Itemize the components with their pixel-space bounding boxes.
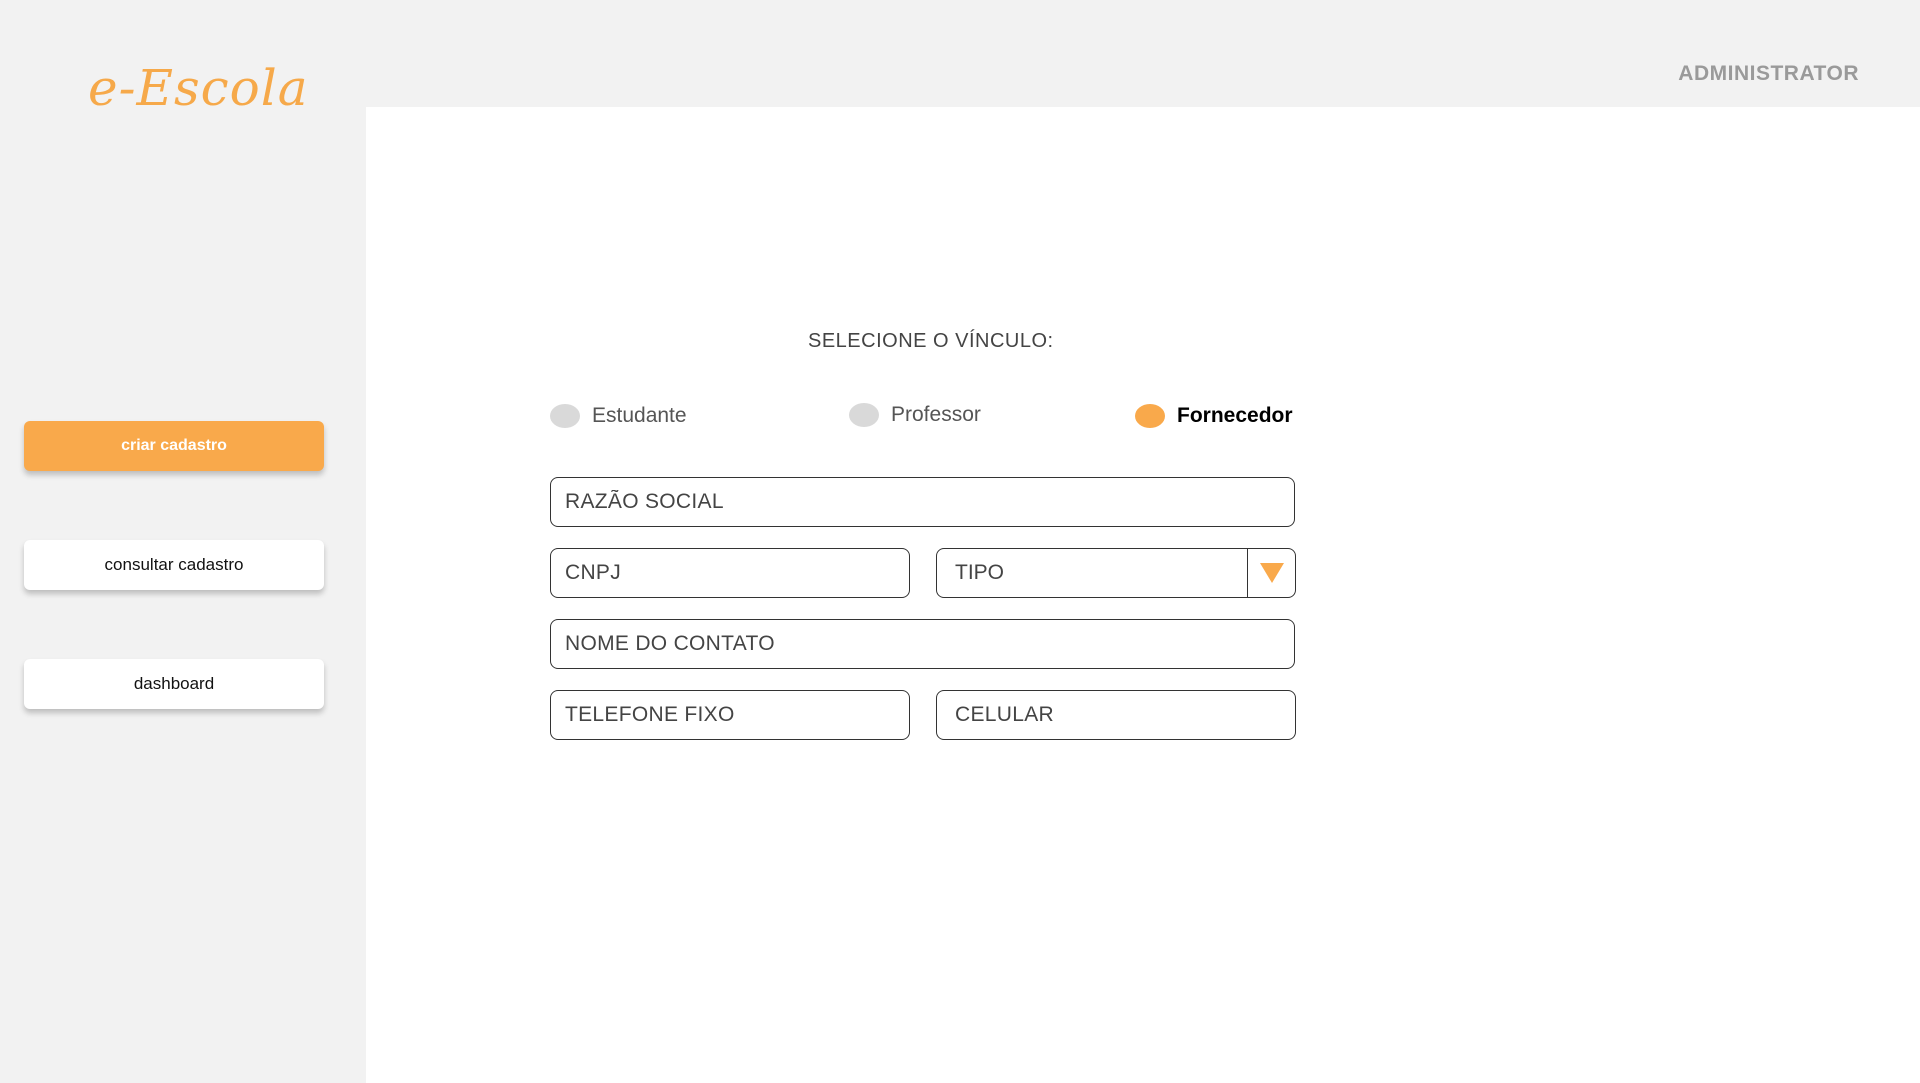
cnpj-field[interactable] <box>550 548 910 598</box>
celular-field[interactable] <box>936 690 1296 740</box>
telefone-fixo-field[interactable] <box>550 690 910 740</box>
radio-fornecedor[interactable]: Fornecedor <box>1135 404 1293 428</box>
radio-dot-selected[interactable] <box>1135 404 1165 428</box>
sidebar-item-dashboard[interactable]: dashboard <box>24 659 324 709</box>
tipo-dropdown-button[interactable] <box>1247 549 1295 597</box>
tipo-select[interactable]: TIPO <box>936 548 1296 598</box>
telefone-fixo-input[interactable] <box>551 691 909 739</box>
radio-professor[interactable]: Professor <box>849 403 981 427</box>
form-title: SELECIONE O VÍNCULO: <box>808 330 1054 352</box>
tipo-select-value[interactable]: TIPO <box>937 561 1247 585</box>
sidebar-item-criar-cadastro[interactable]: criar cadastro <box>24 421 324 471</box>
brand-logo: e-Escola <box>88 59 309 117</box>
sidebar-item-consultar-cadastro[interactable]: consultar cadastro <box>24 540 324 590</box>
radio-estudante[interactable]: Estudante <box>550 404 687 428</box>
triangle-down-icon <box>1259 563 1284 583</box>
radio-label-professor: Professor <box>891 403 981 426</box>
radio-dot[interactable] <box>849 403 879 427</box>
radio-label-estudante: Estudante <box>592 404 687 427</box>
celular-input[interactable] <box>937 691 1295 739</box>
nome-contato-input[interactable] <box>551 620 1294 668</box>
app-window: e-Escola criar cadastro consultar cadast… <box>0 0 1920 1083</box>
razao-social-input[interactable] <box>551 478 1294 526</box>
nome-contato-field[interactable] <box>550 619 1295 669</box>
cnpj-input[interactable] <box>551 549 909 597</box>
radio-dot[interactable] <box>550 404 580 428</box>
razao-social-field[interactable] <box>550 477 1295 527</box>
user-role-label: ADMINISTRATOR <box>1678 62 1859 85</box>
radio-label-fornecedor: Fornecedor <box>1177 404 1293 427</box>
